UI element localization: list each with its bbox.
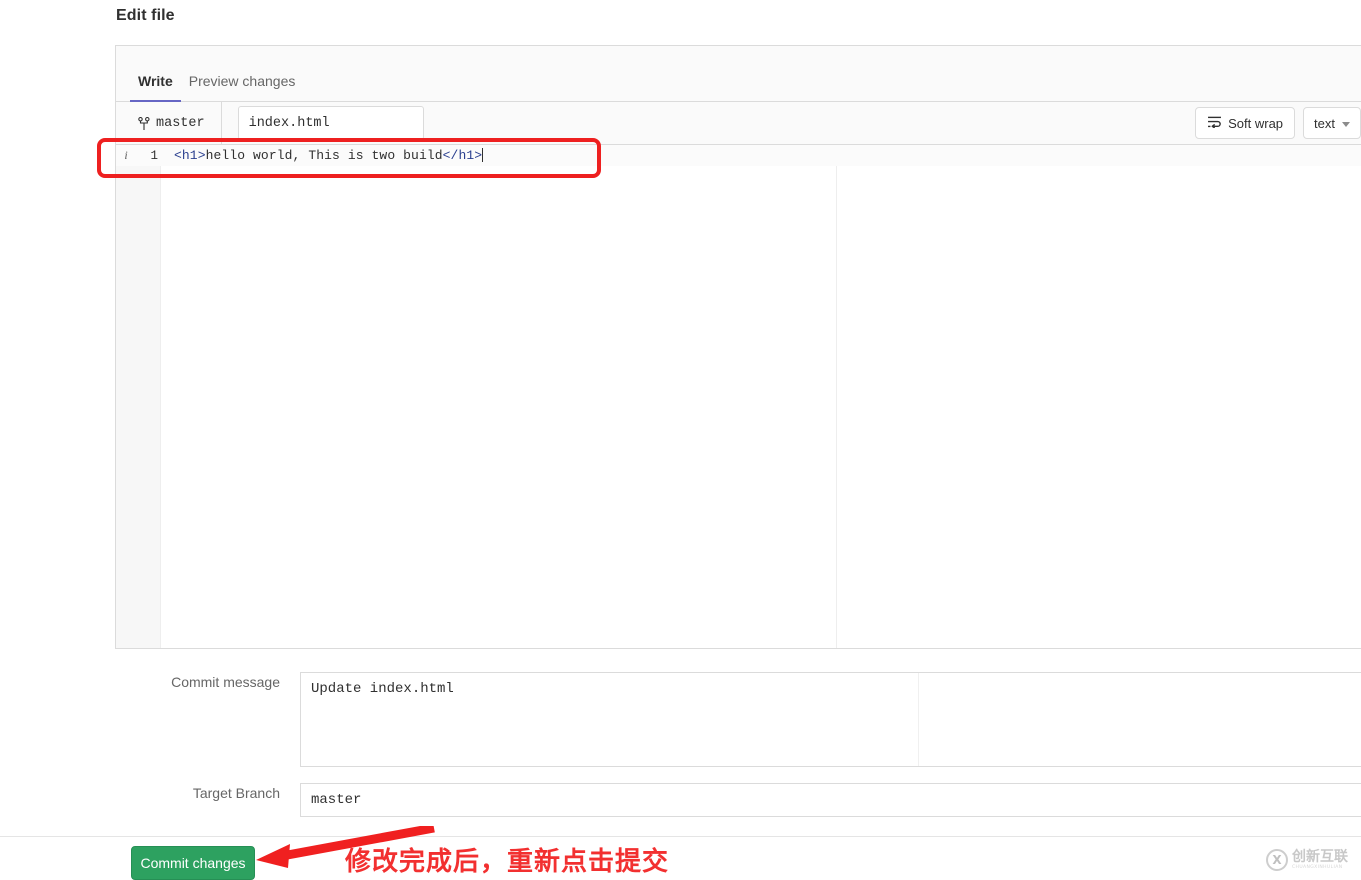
soft-wrap-button[interactable]: Soft wrap [1195,107,1296,139]
line-info-marker: i [124,148,128,162]
soft-wrap-icon [1207,116,1222,131]
commit-message-input[interactable]: Update index.html [300,672,1361,767]
page-title: Edit file [116,7,175,24]
watermark-words: 创新互联 CHUANGXINHULIAN [1292,850,1348,871]
editor-toolbar-right: Soft wrap text [1195,107,1361,139]
editor-card: Write Preview changes master index.html [115,45,1361,649]
git-branch-icon [138,116,150,131]
code-body-text: hello world, This is two build [205,148,443,163]
target-branch-label: Target Branch [192,785,280,801]
branch-name: master [156,115,205,131]
chevron-down-icon [1342,121,1350,127]
watermark-logo: X 创新互联 CHUANGXINHULIAN [1266,846,1358,874]
code-close-tag: </h1> [442,148,483,163]
commit-message-row: Commit message Update index.html [115,672,1361,767]
commit-message-label: Commit message [171,674,280,690]
annotation-text: 修改完成后，重新点击提交 [345,847,670,877]
print-margin-ruler [836,145,837,648]
editor-mode-dropdown[interactable]: text [1303,107,1361,139]
watermark-en-text: CHUANGXINHULIAN [1292,864,1343,870]
tab-write[interactable]: Write [130,73,181,102]
editor-mode-label: text [1314,115,1335,131]
text-cursor [482,148,484,162]
target-branch-input[interactable]: master [300,783,1361,817]
code-line-1[interactable]: i 1 <h1>hello world, This is two build</… [116,145,1361,166]
commit-message-ruler [918,673,919,766]
target-branch-row: Target Branch master [115,783,1361,817]
file-name-input[interactable]: index.html [237,106,424,140]
footer-divider [0,836,1361,837]
editor-gutter [116,145,161,648]
tab-preview-changes[interactable]: Preview changes [181,73,304,101]
target-branch-value: master [311,792,362,808]
code-editor-area[interactable]: i 1 <h1>hello world, This is two build</… [116,145,1361,648]
line-number: 1 [150,148,158,163]
editor-tabs: Write Preview changes [116,46,1361,102]
commit-message-value: Update index.html [311,681,454,697]
watermark-mark-icon: X [1266,849,1288,871]
code-open-tag: <h1> [174,148,206,163]
soft-wrap-label: Soft wrap [1228,115,1284,131]
file-name-value: index.html [248,115,330,131]
watermark-cn-text: 创新互联 [1292,848,1348,865]
editor-toolbar: master index.html Soft wrap text [116,102,1361,145]
code-line-content: <h1>hello world, This is two build</h1> [174,148,484,163]
commit-changes-button[interactable]: Commit changes [131,846,255,880]
branch-indicator: master [116,102,222,144]
